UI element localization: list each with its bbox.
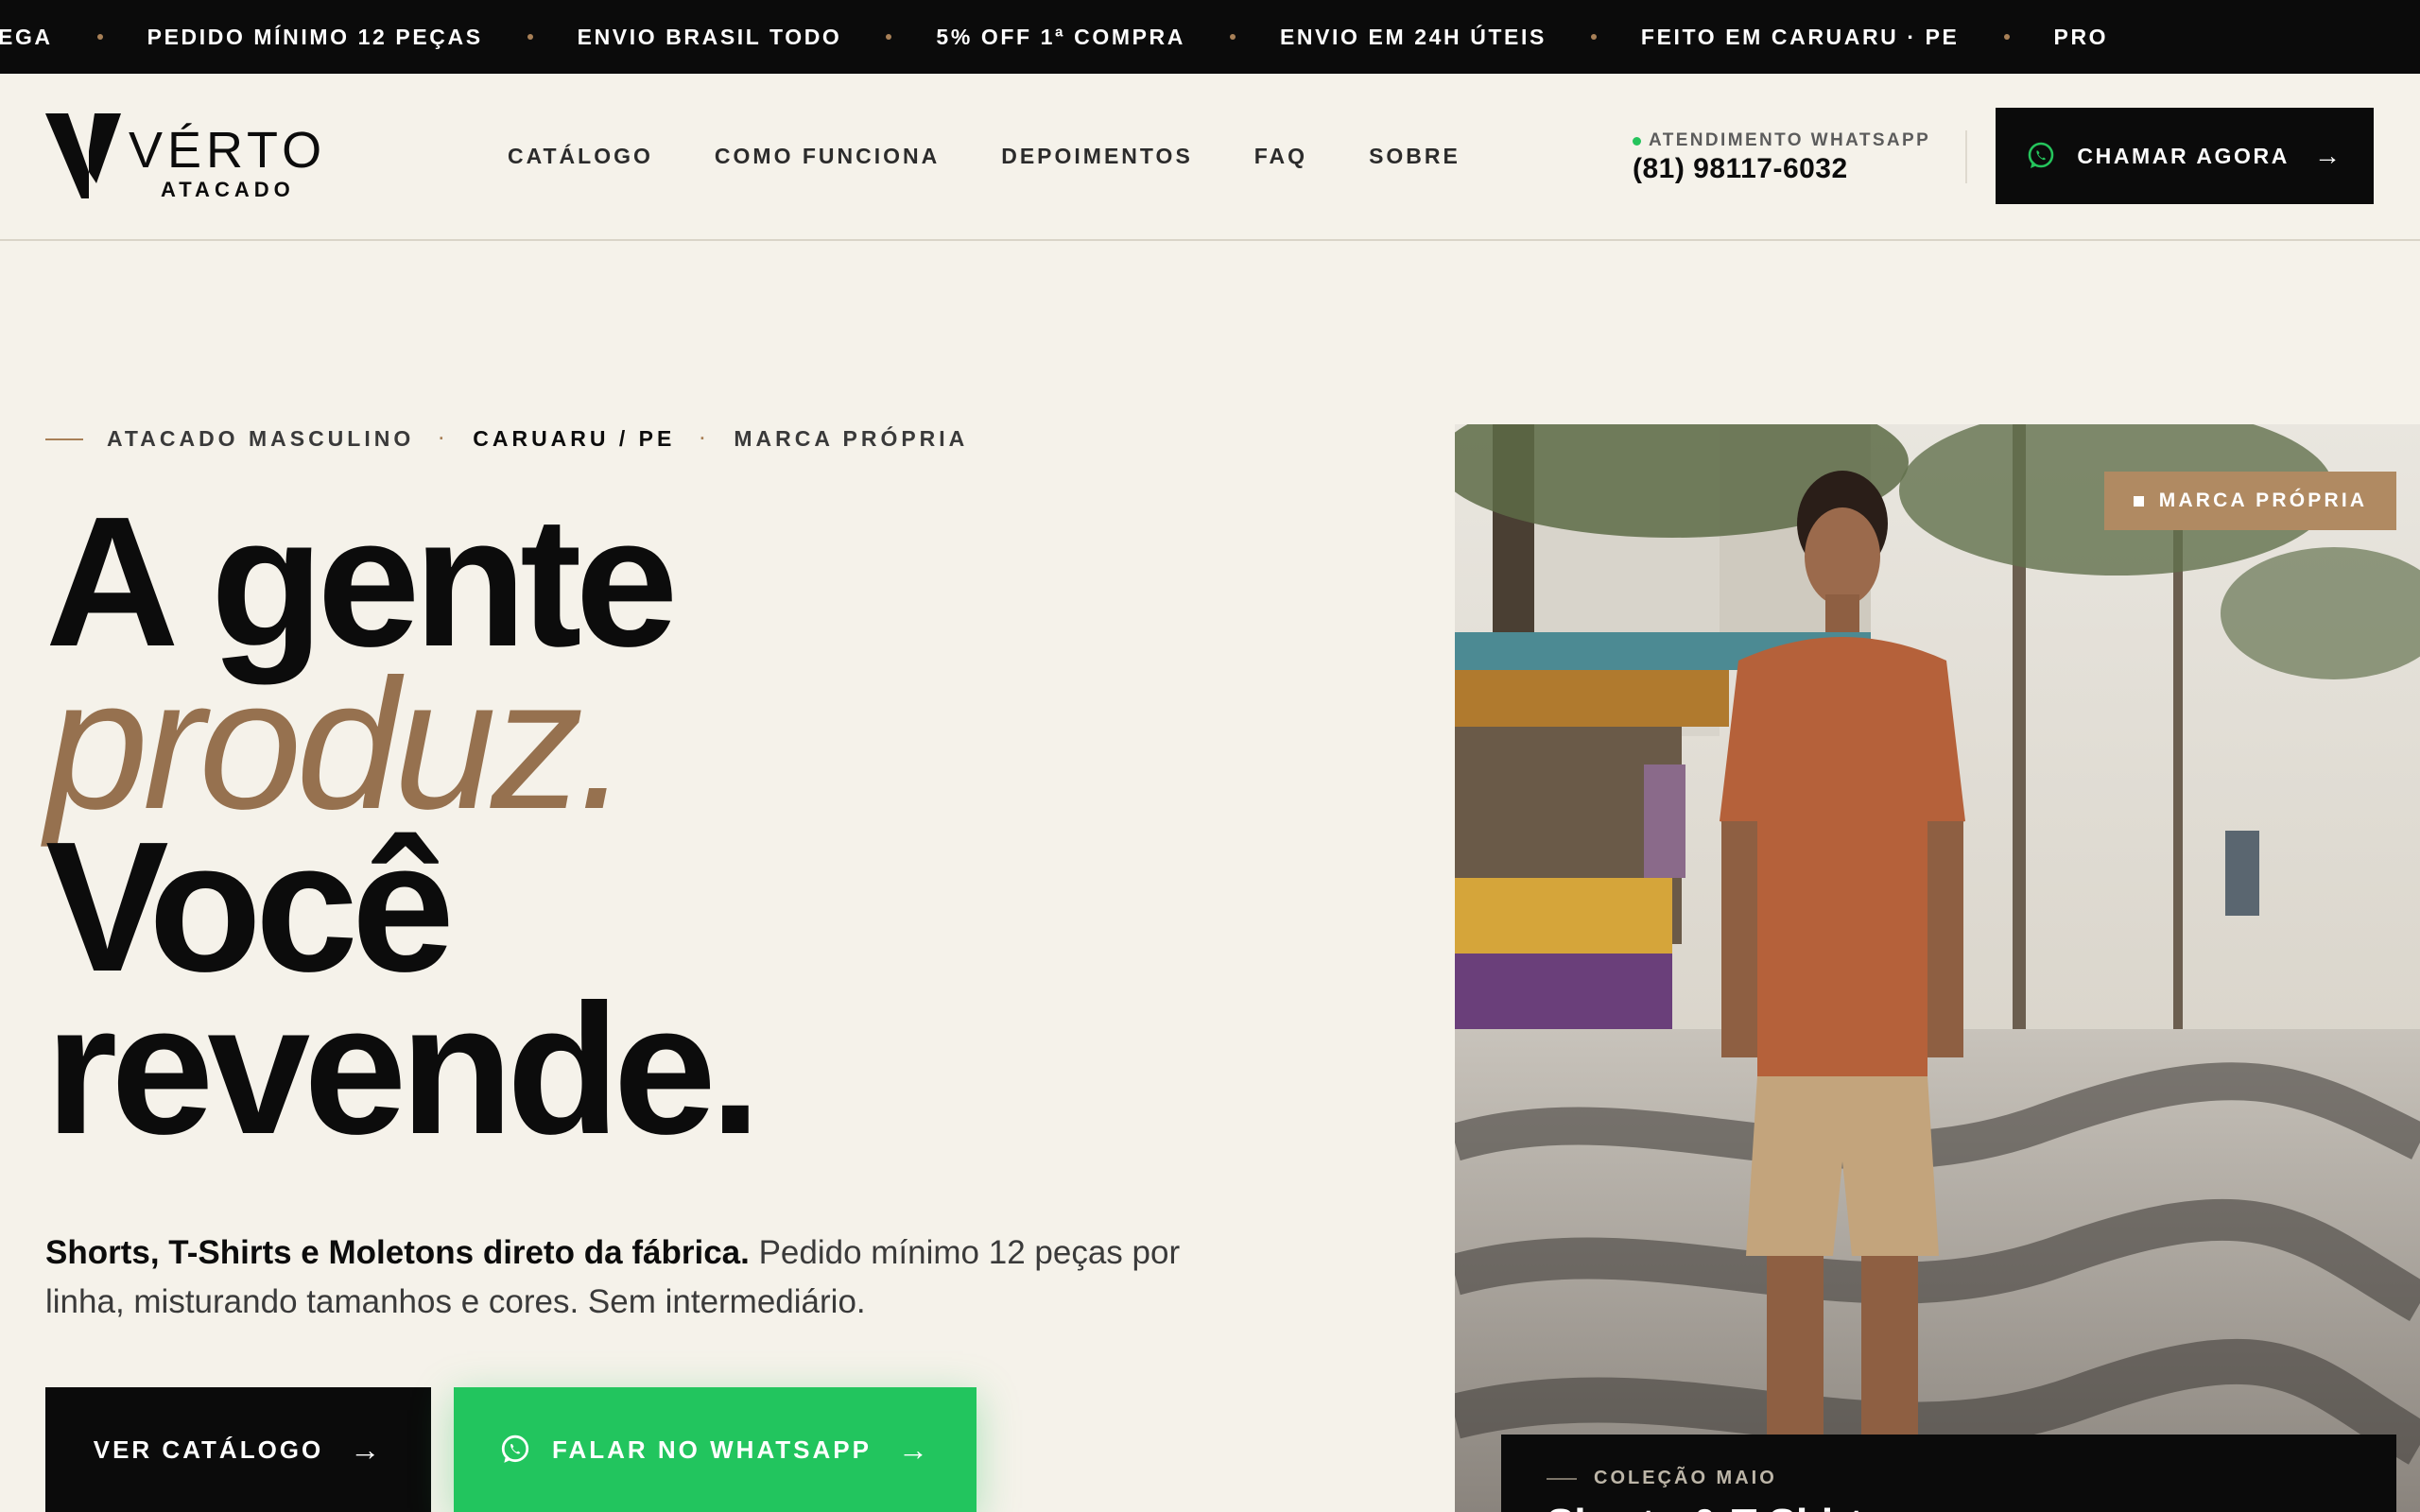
eyebrow-line [45, 438, 83, 440]
whatsapp-contact[interactable]: ATENDIMENTO WHATSAPP (81) 98117-6032 [1633, 130, 1930, 185]
call-now-button[interactable]: CHAMAR AGORA → [1996, 108, 2374, 204]
announcement-ticker: EGA PEDIDO MÍNIMO 12 PEÇAS ENVIO BRASIL … [0, 0, 2420, 74]
arrow-right-icon: → [897, 1432, 931, 1467]
arrow-right-icon: → [350, 1432, 384, 1467]
eyebrow-item: ATACADO MASCULINO [107, 426, 415, 451]
eyebrow-item: CARUARU / PE [473, 426, 676, 451]
ticker-item: PEDIDO MÍNIMO 12 PEÇAS [147, 24, 483, 49]
square-bullet-icon [2133, 495, 2144, 507]
collection-line [1547, 1477, 1577, 1480]
hero-description: Shorts, T-Shirts e Moletons direto da fá… [45, 1228, 1218, 1327]
headline-line: A gente [45, 478, 678, 685]
ticker-item: FEITO EM CARUARU · PE [1640, 24, 1960, 49]
collection-label: COLEÇÃO MAIO [1594, 1468, 1777, 1488]
contact-label: ATENDIMENTO WHATSAPP [1649, 130, 1931, 150]
badge-label: MARCA PRÓPRIA [2158, 490, 2368, 511]
nav-faq[interactable]: FAQ [1254, 144, 1307, 169]
own-brand-badge: MARCA PRÓPRIA [2104, 472, 2396, 530]
nav-depoimentos[interactable]: DEPOIMENTOS [1001, 144, 1193, 169]
brand-name: VÉRTO [129, 122, 327, 179]
eyebrow-separator: · [700, 429, 710, 448]
whatsapp-icon [501, 1435, 529, 1463]
hero-eyebrow: ATACADO MASCULINO · CARUARU / PE · MARCA… [45, 426, 968, 452]
nav-como-funciona[interactable]: COMO FUNCIONA [715, 144, 940, 169]
collection-card[interactable]: COLEÇÃO MAIO Shorts & T-Shirts [1501, 1435, 2396, 1512]
ticker-item: ENVIO BRASIL TODO [577, 24, 842, 49]
headline-accent: produz. [45, 641, 630, 848]
headline-line: Você [45, 803, 455, 1010]
collection-label-row: COLEÇÃO MAIO [1547, 1468, 1777, 1489]
ticker-item: 5% OFF 1ª COMPRA [936, 24, 1185, 49]
eyebrow-separator: · [439, 429, 449, 448]
eyebrow-item: MARCA PRÓPRIA [734, 426, 969, 451]
nav-catalogo[interactable]: CATÁLOGO [508, 144, 653, 169]
ticker-item: PRO [2053, 24, 2109, 49]
contact-phone[interactable]: (81) 98117-6032 [1633, 153, 1930, 185]
headline-line: revende. [45, 966, 761, 1173]
whatsapp-button-label: FALAR NO WHATSAPP [552, 1435, 872, 1464]
header-divider [1965, 130, 1967, 183]
site-header: VÉRTO ATACADO CATÁLOGO COMO FUNCIONA DEP… [0, 74, 2420, 241]
main-nav: CATÁLOGO COMO FUNCIONA DEPOIMENTOS FAQ S… [508, 144, 1461, 169]
ticker-item: EGA [0, 24, 53, 49]
arrow-right-icon: → [2313, 141, 2343, 170]
brand-subtitle: ATACADO [161, 178, 295, 201]
ticker-item: ENVIO EM 24H ÚTEIS [1279, 24, 1547, 49]
nav-sobre[interactable]: SOBRE [1369, 144, 1461, 169]
hero-headline: A gente produz. Você revende. [45, 478, 761, 1173]
description-bold: Shorts, T-Shirts e Moletons direto da fá… [45, 1234, 750, 1271]
view-catalog-button[interactable]: VER CATÁLOGO → [45, 1387, 431, 1512]
view-catalog-label: VER CATÁLOGO [93, 1435, 324, 1464]
brand-logo[interactable]: VÉRTO ATACADO [45, 113, 329, 201]
logo-v-icon [45, 113, 121, 198]
whatsapp-icon [2029, 142, 2054, 168]
collection-title: Shorts & T-Shirts [1547, 1501, 1886, 1512]
call-now-label: CHAMAR AGORA [2077, 143, 2290, 168]
online-status-dot [1633, 136, 1641, 146]
hero-photo [1455, 424, 2420, 1512]
whatsapp-button[interactable]: FALAR NO WHATSAPP → [454, 1387, 977, 1512]
ticker-track: EGA PEDIDO MÍNIMO 12 PEÇAS ENVIO BRASIL … [0, 0, 2152, 74]
contact-label-row: ATENDIMENTO WHATSAPP [1633, 130, 1930, 151]
